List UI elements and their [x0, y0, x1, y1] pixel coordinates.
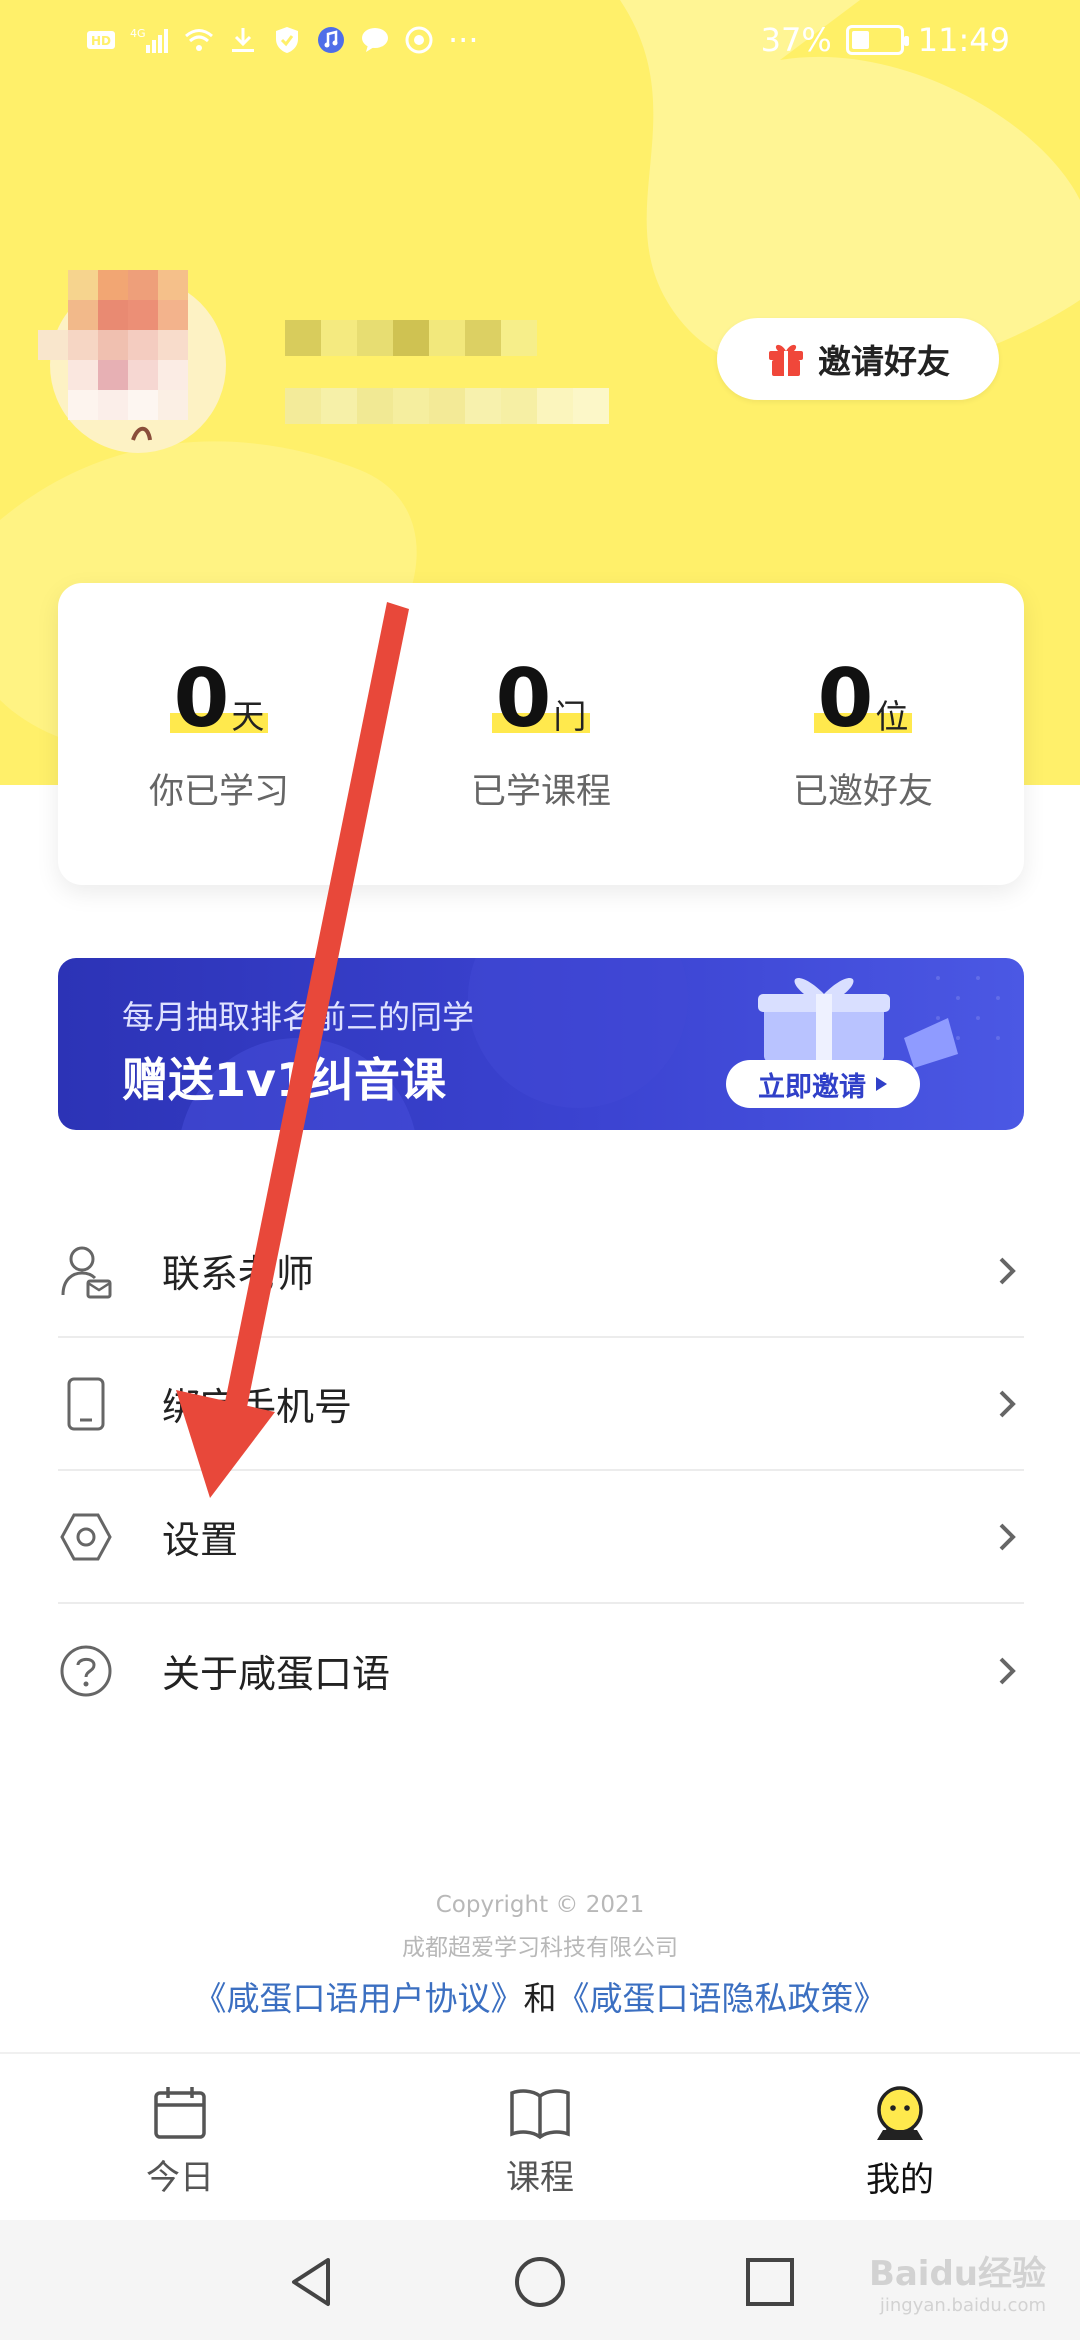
menu-icon-wrap-settings: [58, 1509, 114, 1565]
menu-icon-wrap-about: [58, 1643, 114, 1699]
stat-courses-unit: 门: [553, 697, 587, 736]
back-icon[interactable]: [284, 2254, 340, 2310]
teacher-contact-icon: [61, 1246, 112, 1298]
menu-label-about: 关于咸蛋口语: [162, 1652, 391, 1696]
menu-label-contact-teacher: 联系老师: [162, 1252, 315, 1296]
stat-invited-value: 0: [817, 652, 874, 745]
invite-promo-banner[interactable]: 每月抽取排名前三的同学 赠送1v1纠音课 立即邀请: [58, 958, 1024, 1130]
gift-box-illustration: [758, 978, 958, 1068]
profile-page: HD 4G ··· 37% 11:49 邀请好友 0 天 你已学习 0 门 已学…: [0, 0, 1080, 2340]
chat-icon: [362, 28, 388, 52]
tab-today-label: 今日: [146, 2158, 214, 2198]
banner-line-2: 赠送1v1纠音课: [122, 1053, 446, 1107]
play-triangle-icon: [876, 1077, 887, 1091]
recents-icon[interactable]: [742, 2254, 798, 2310]
tab-today[interactable]: 今日: [0, 2054, 360, 2220]
invite-friends-button[interactable]: 邀请好友: [717, 318, 999, 400]
tab-mine[interactable]: 我的: [720, 2054, 1080, 2220]
music-icon: [318, 27, 344, 53]
stat-days-value-row: 0 天: [169, 652, 268, 745]
phone-icon: [67, 1377, 105, 1430]
stat-days-label: 你已学习: [148, 772, 289, 812]
settings-menu: 联系老师 绑定手机号 设置 关于咸蛋口语: [58, 1205, 1024, 1737]
battery-percent: 37%: [760, 21, 832, 59]
baidu-watermark: Baidu经验 jingyan.baidu.com: [869, 2246, 1046, 2316]
wifi-icon: [185, 29, 213, 51]
menu-item-contact-teacher[interactable]: 联系老师: [58, 1205, 1024, 1338]
agreements-line: 《咸蛋口语用户协议》和《咸蛋口语隐私政策》: [0, 1972, 1080, 2020]
hd-icon: HD: [87, 31, 115, 49]
watermark-brand: Baidu经验: [868, 2254, 1046, 2294]
chevron-right-icon: [999, 1390, 1016, 1417]
chevron-right-icon: [999, 1257, 1016, 1284]
stat-invited-value-row: 0 位: [813, 652, 912, 745]
menu-label-settings: 设置: [162, 1518, 239, 1562]
tab-mine-label: 我的: [866, 2160, 934, 2200]
stat-days-unit: 天: [231, 697, 265, 736]
status-bar-icons: HD 4G ···: [86, 20, 479, 60]
menu-icon-wrap-phone: [58, 1376, 114, 1432]
system-navigation-bar: Baidu经验 jingyan.baidu.com: [0, 2220, 1080, 2340]
clock: 11:49: [917, 21, 1010, 59]
more-icon: ···: [448, 21, 479, 59]
calendar-icon: [154, 2087, 206, 2139]
stats-card: 0 天 你已学习 0 门 已学课程 0 位 已邀好友: [58, 583, 1024, 885]
menu-item-about[interactable]: 关于咸蛋口语: [58, 1604, 1024, 1737]
status-bar: HD 4G ··· 37% 11:49: [0, 0, 1080, 80]
chevron-right-icon: [999, 1657, 1016, 1684]
banner-line-1: 每月抽取排名前三的同学: [122, 998, 475, 1036]
chevron-right-icon: [999, 1523, 1016, 1550]
stat-courses-value-row: 0 门: [491, 652, 590, 745]
username-blurred: [285, 320, 609, 424]
stat-days: 0 天 你已学习: [58, 583, 380, 885]
menu-icon-wrap-teacher: [58, 1243, 114, 1299]
menu-item-bind-phone[interactable]: 绑定手机号: [58, 1338, 1024, 1471]
download-icon: [232, 28, 254, 52]
menu-label-bind-phone: 绑定手机号: [162, 1385, 353, 1429]
status-bar-right: 37% 11:49: [761, 20, 1010, 60]
tab-courses[interactable]: 课程: [360, 2054, 720, 2220]
home-icon[interactable]: [512, 2254, 568, 2310]
profile-mascot-icon: [877, 2086, 923, 2140]
stat-days-value: 0: [173, 652, 230, 745]
company-name: 成都超爱学习科技有限公司: [402, 1935, 678, 1961]
svg-text:4G: 4G: [130, 27, 146, 40]
privacy-policy-link[interactable]: 《咸蛋口语隐私政策》: [557, 1979, 887, 2018]
book-icon: [510, 2089, 570, 2140]
settings-app-icon: [405, 26, 433, 54]
stat-courses-label: 已学课程: [470, 772, 611, 812]
battery-fill: [851, 31, 869, 49]
avatar[interactable]: [38, 250, 228, 460]
stat-invited[interactable]: 0 位 已邀好友: [702, 583, 1024, 885]
invite-now-label: 立即邀请: [758, 1071, 866, 1103]
invite-now-button[interactable]: 立即邀请: [726, 1060, 920, 1108]
watermark-url: jingyan.baidu.com: [879, 2295, 1046, 2316]
menu-item-settings[interactable]: 设置: [58, 1471, 1024, 1604]
tab-courses-label: 课程: [506, 2158, 574, 2198]
settings-hexagon-icon: [60, 1513, 112, 1560]
signal-4g-icon: 4G: [130, 27, 168, 53]
stat-invited-unit: 位: [875, 697, 909, 736]
gift-icon: [769, 344, 803, 376]
copyright-text: Copyright © 2021: [435, 1892, 645, 1918]
stat-courses[interactable]: 0 门 已学课程: [380, 583, 702, 885]
help-question-icon: [60, 1645, 112, 1696]
battery-icon: [845, 25, 909, 55]
svg-text:HD: HD: [91, 34, 111, 48]
agreements-and: 和: [523, 1979, 557, 2018]
user-agreement-link[interactable]: 《咸蛋口语用户协议》: [194, 1979, 524, 2018]
stat-courses-value: 0: [495, 652, 552, 745]
invite-friends-label: 邀请好友: [818, 342, 950, 381]
shield-icon: [276, 27, 298, 53]
stat-invited-label: 已邀好友: [792, 772, 933, 812]
bottom-tab-bar: 今日 课程 我的: [0, 2052, 1080, 2220]
